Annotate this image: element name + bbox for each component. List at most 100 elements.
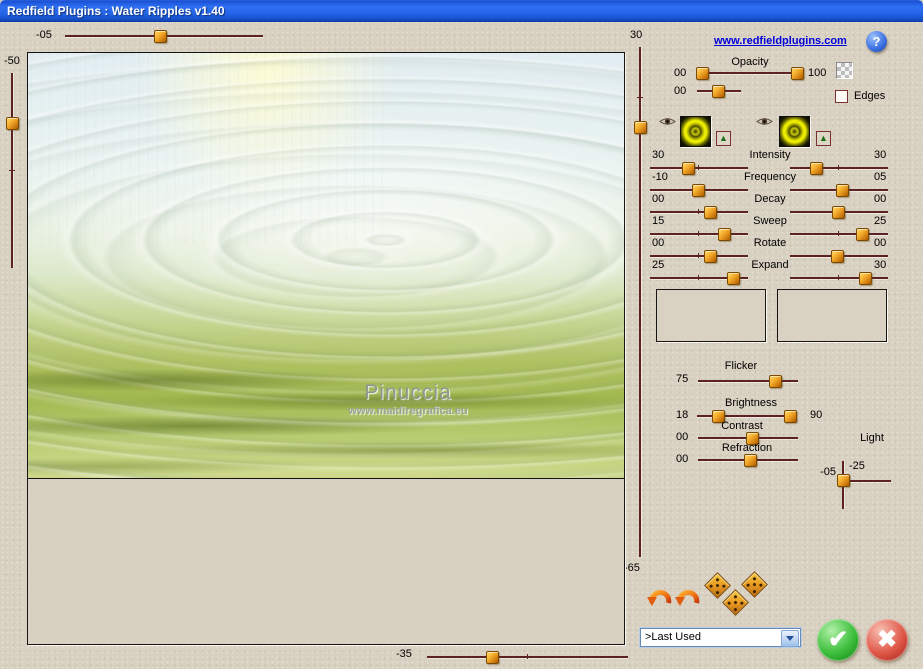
param-left-slider-track[interactable] <box>650 167 748 169</box>
opacity-left-handle[interactable] <box>696 67 709 80</box>
slider-tick <box>698 231 699 236</box>
pan-left-value: -50 <box>4 55 20 67</box>
undo-arrow-icon[interactable] <box>647 583 673 612</box>
opacity2-slider-handle[interactable] <box>712 85 725 98</box>
preview-grass <box>28 345 624 478</box>
param-right-slider-track[interactable] <box>790 167 888 169</box>
cancel-x-icon: ✖ <box>876 626 898 653</box>
param-right-value: 00 <box>874 193 887 205</box>
gradient-box-right[interactable] <box>777 289 887 342</box>
title-bar[interactable]: Redfield Plugins : Water Ripples v1.40 <box>0 0 923 22</box>
param-right-value: 05 <box>874 171 887 183</box>
flicker-slider-handle[interactable] <box>769 375 782 388</box>
contrast-label: Contrast <box>721 420 763 432</box>
slider-tick <box>527 654 528 659</box>
contrast-value: 00 <box>676 431 689 443</box>
help-icon[interactable]: ? <box>866 31 887 52</box>
slider-tick <box>698 209 699 214</box>
param-right-slider-handle[interactable] <box>856 228 869 241</box>
refraction-slider-handle[interactable] <box>744 454 757 467</box>
triangle-icon: ▲ <box>719 133 728 143</box>
opacity-max-value: 100 <box>808 67 827 79</box>
light-horizontal-track[interactable] <box>849 480 891 482</box>
chevron-down-icon <box>786 636 794 641</box>
param-label: Sweep <box>753 215 787 227</box>
eye-icon[interactable] <box>659 114 676 132</box>
param-right-slider-track[interactable] <box>790 277 888 279</box>
pan-bottom-slider-handle[interactable] <box>486 651 499 664</box>
param-right-value: 30 <box>874 259 887 271</box>
param-left-value: 30 <box>652 149 665 161</box>
watermark-title: Pinuccia <box>364 381 452 404</box>
param-label: Expand <box>751 259 789 271</box>
ok-button[interactable]: ✔ <box>817 619 859 661</box>
pan-right-bottom-value: -65 <box>624 562 640 574</box>
randomize-dice-icon[interactable] <box>722 589 749 616</box>
opacity-min-value: 00 <box>674 67 687 79</box>
plugin-window: Redfield Plugins : Water Ripples v1.40 -… <box>0 0 923 669</box>
param-right-value: 00 <box>874 237 887 249</box>
cancel-button[interactable]: ✖ <box>866 619 908 661</box>
param-left-value: 00 <box>652 237 665 249</box>
refraction-value: 00 <box>676 453 689 465</box>
triangle-icon: ▲ <box>819 133 828 143</box>
param-left-value: -10 <box>652 171 668 183</box>
param-left-value: 15 <box>652 215 665 227</box>
param-left-value: 25 <box>652 259 665 271</box>
opacity-label: Opacity <box>731 56 769 68</box>
preset-dropdown[interactable]: >Last Used <box>640 628 801 647</box>
param-left-slider-track[interactable] <box>650 233 748 235</box>
redo-arrow-icon[interactable] <box>675 583 701 612</box>
redfieldplugins-link[interactable]: www.redfieldplugins.com <box>714 35 847 47</box>
param-right-slider-handle[interactable] <box>859 272 872 285</box>
light-h-value: -05 <box>820 466 836 478</box>
param-left-slider-handle[interactable] <box>727 272 740 285</box>
eye-icon[interactable] <box>756 114 773 132</box>
flicker-label: Flicker <box>724 360 758 372</box>
param-right-value: 30 <box>874 149 887 161</box>
pan-right-top-value: 30 <box>630 29 643 41</box>
slider-tick <box>637 97 643 98</box>
pan-right-slider-handle[interactable] <box>634 121 647 134</box>
slider-tick <box>698 165 699 170</box>
pan-left-slider-handle[interactable] <box>6 117 19 130</box>
texture-thumbnail[interactable] <box>779 116 810 147</box>
pan-top-value: -05 <box>36 29 52 41</box>
param-right-value: 25 <box>874 215 887 227</box>
texture-select-button[interactable]: ▲ <box>816 131 831 146</box>
pan-bottom-value: -35 <box>396 648 412 660</box>
param-left-slider-track[interactable] <box>650 211 748 213</box>
window-title: Redfield Plugins : Water Ripples v1.40 <box>7 4 225 18</box>
param-label: Rotate <box>753 237 787 249</box>
preview-image[interactable]: Pinuccia www.maidiregrafica.eu <box>27 52 625 479</box>
flicker-value: 75 <box>676 373 689 385</box>
refraction-label: Refraction <box>721 442 773 454</box>
param-left-slider-track[interactable] <box>650 255 748 257</box>
texture-select-button[interactable]: ▲ <box>716 131 731 146</box>
brightness-label: Brightness <box>725 397 777 409</box>
slider-tick <box>838 165 839 170</box>
light-v-value: -25 <box>849 460 865 472</box>
param-left-value: 00 <box>652 193 665 205</box>
pan-top-slider-handle[interactable] <box>154 30 167 43</box>
dropdown-arrow-button[interactable] <box>781 630 799 647</box>
slider-tick <box>838 275 839 280</box>
transparency-checker-icon[interactable] <box>836 62 853 79</box>
brightness-right-value: 90 <box>810 409 823 421</box>
opacity-right-handle[interactable] <box>791 67 804 80</box>
gradient-box-left[interactable] <box>656 289 766 342</box>
texture-thumbnail[interactable] <box>680 116 711 147</box>
edges-label: Edges <box>854 90 886 102</box>
param-label: Decay <box>754 193 786 205</box>
slider-tick <box>838 231 839 236</box>
brightness-left-value: 18 <box>676 409 689 421</box>
watermark-url: www.maidiregrafica.eu <box>348 405 468 417</box>
light-label: Light <box>860 432 884 444</box>
flicker-slider-track[interactable] <box>698 380 798 382</box>
edges-checkbox[interactable] <box>835 90 848 103</box>
opacity2-value: 00 <box>674 85 687 97</box>
param-left-slider-handle[interactable] <box>682 162 695 175</box>
opacity-slider-track[interactable] <box>699 72 799 74</box>
light-handle[interactable] <box>837 474 850 487</box>
param-right-slider-track[interactable] <box>790 233 888 235</box>
